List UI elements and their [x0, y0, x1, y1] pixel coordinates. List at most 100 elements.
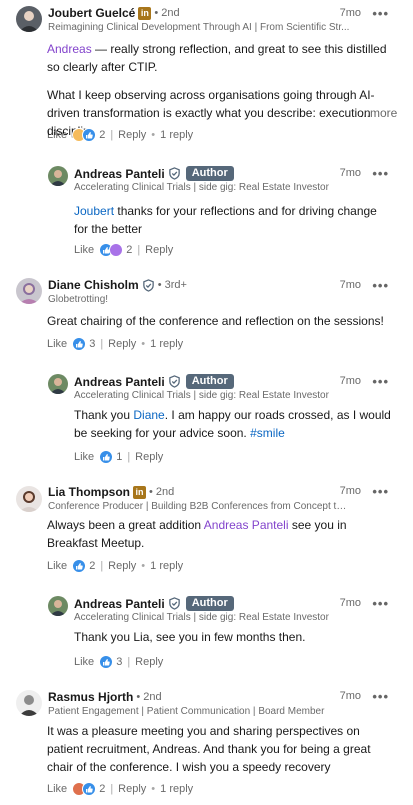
separator: •: [151, 783, 156, 795]
commenter-name-line[interactable]: Andreas Panteli Author: [74, 166, 234, 181]
mention-link[interactable]: Andreas Panteli: [204, 518, 289, 532]
comment-actions: Like 3 | Reply • 1 reply: [47, 337, 183, 351]
commenter-name[interactable]: Diane Chisholm: [48, 278, 139, 292]
reaction-icons[interactable]: [72, 337, 87, 351]
separator: •: [151, 129, 156, 141]
comment-text: Joubert thanks for your reflections and …: [74, 204, 377, 236]
verified-icon: [168, 375, 180, 388]
reaction-count[interactable]: 2: [99, 783, 105, 795]
like-button[interactable]: Like: [47, 338, 67, 350]
commenter-name-line[interactable]: Joubert Guelcé in • 2nd: [48, 6, 180, 20]
separator: |: [137, 244, 141, 256]
comment-actions: Like 3 | Reply: [74, 655, 163, 669]
commenter-name[interactable]: Andreas Panteli: [74, 597, 165, 611]
like-button[interactable]: Like: [74, 244, 94, 256]
comment-text: Always been a great addition Andreas Pan…: [47, 518, 347, 550]
comment: Rasmus Hjorth • 2nd Patient Engagement |…: [0, 686, 413, 805]
separator: •: [141, 338, 146, 350]
avatar[interactable]: [48, 166, 68, 186]
like-button[interactable]: Like: [74, 451, 94, 463]
reaction-count[interactable]: 2: [126, 244, 132, 256]
avatar[interactable]: [16, 6, 42, 32]
reaction-icons[interactable]: [99, 655, 114, 669]
like-button[interactable]: Like: [74, 656, 94, 668]
commenter-name-line[interactable]: Lia Thompson in • 2nd: [48, 485, 174, 499]
reaction-count[interactable]: 2: [89, 560, 95, 572]
mention-link[interactable]: Joubert: [74, 204, 114, 218]
comment-text: Andreas — really strong reflection, and …: [47, 42, 387, 74]
separator: |: [127, 656, 131, 668]
reply-button[interactable]: Reply: [145, 244, 173, 256]
more-options-icon[interactable]: •••: [372, 485, 389, 498]
like-button[interactable]: Like: [47, 783, 67, 795]
comment-time: 7mo: [339, 279, 361, 291]
commenter-name[interactable]: Rasmus Hjorth: [48, 690, 133, 704]
commenter-name-line[interactable]: Andreas Panteli Author: [74, 374, 234, 389]
avatar[interactable]: [48, 596, 68, 616]
commenter-name[interactable]: Lia Thompson: [48, 485, 130, 499]
more-options-icon[interactable]: •••: [372, 279, 389, 292]
commenter-name[interactable]: Andreas Panteli: [74, 375, 165, 389]
commenter-name-line[interactable]: Rasmus Hjorth • 2nd: [48, 690, 162, 704]
separator: |: [127, 451, 131, 463]
hashtag-link[interactable]: #smile: [250, 426, 285, 440]
reaction-icons[interactable]: [72, 559, 87, 573]
reply-button[interactable]: Reply: [108, 338, 136, 350]
reply-button[interactable]: Reply: [118, 783, 146, 795]
comment-time: 7mo: [339, 485, 361, 497]
like-button[interactable]: Like: [47, 560, 67, 572]
comment-text: Thank you Lia, see you in few months the…: [74, 630, 306, 644]
reaction-icons[interactable]: [72, 128, 97, 142]
reply-count-link[interactable]: 1 reply: [160, 129, 193, 141]
reply-count-link[interactable]: 1 reply: [150, 560, 183, 572]
support-icon: [109, 243, 124, 257]
reaction-count[interactable]: 1: [116, 451, 122, 463]
reaction-count[interactable]: 3: [89, 338, 95, 350]
reaction-count[interactable]: 3: [116, 656, 122, 668]
commenter-headline: Accelerating Clinical Trials | side gig:…: [74, 182, 329, 193]
comment: Lia Thompson in • 2nd Conference Produce…: [0, 480, 413, 580]
reaction-count[interactable]: 2: [99, 129, 105, 141]
more-options-icon[interactable]: •••: [372, 690, 389, 703]
avatar[interactable]: [16, 278, 42, 304]
reply-count-link[interactable]: 1 reply: [150, 338, 183, 350]
commenter-headline: Accelerating Clinical Trials | side gig:…: [74, 612, 329, 623]
comment-text: It was a pleasure meeting you and sharin…: [47, 724, 371, 774]
reply-button[interactable]: Reply: [135, 451, 163, 463]
reply-button[interactable]: Reply: [108, 560, 136, 572]
reply-button[interactable]: Reply: [135, 656, 163, 668]
commenter-name-line[interactable]: Andreas Panteli Author: [74, 596, 234, 611]
commenter-name[interactable]: Joubert Guelcé: [48, 6, 135, 20]
avatar[interactable]: [16, 690, 42, 716]
more-options-icon[interactable]: •••: [372, 7, 389, 20]
more-options-icon[interactable]: •••: [372, 375, 389, 388]
reaction-icons[interactable]: [99, 243, 124, 257]
commenter-name-line[interactable]: Diane Chisholm • 3rd+: [48, 278, 187, 292]
see-more-link[interactable]: ...more: [360, 104, 397, 122]
avatar[interactable]: [16, 486, 42, 512]
reply-comment: Andreas Panteli Author Accelerating Clin…: [0, 160, 413, 260]
separator: |: [100, 338, 104, 350]
commenter-headline: Conference Producer | Building B2B Confe…: [48, 501, 348, 512]
comment-time: 7mo: [339, 167, 361, 179]
reply-button[interactable]: Reply: [118, 129, 146, 141]
mention-link[interactable]: Andreas: [47, 42, 92, 56]
connection-degree: • 2nd: [149, 486, 175, 498]
like-icon: [82, 782, 97, 796]
reaction-icons[interactable]: [99, 450, 114, 464]
comment-time: 7mo: [339, 690, 361, 702]
commenter-name[interactable]: Andreas Panteli: [74, 167, 165, 181]
like-button[interactable]: Like: [47, 129, 67, 141]
like-icon: [72, 559, 87, 573]
avatar[interactable]: [48, 374, 68, 394]
linkedin-premium-icon: in: [133, 485, 146, 499]
verified-icon: [168, 597, 180, 610]
reaction-icons[interactable]: [72, 782, 97, 796]
more-options-icon[interactable]: •••: [372, 167, 389, 180]
comment-actions: Like 2 | Reply: [74, 243, 173, 257]
reply-count-link[interactable]: 1 reply: [160, 783, 193, 795]
like-icon: [99, 450, 114, 464]
separator: |: [110, 129, 114, 141]
mention-link[interactable]: Diane: [133, 408, 164, 422]
more-options-icon[interactable]: •••: [372, 597, 389, 610]
